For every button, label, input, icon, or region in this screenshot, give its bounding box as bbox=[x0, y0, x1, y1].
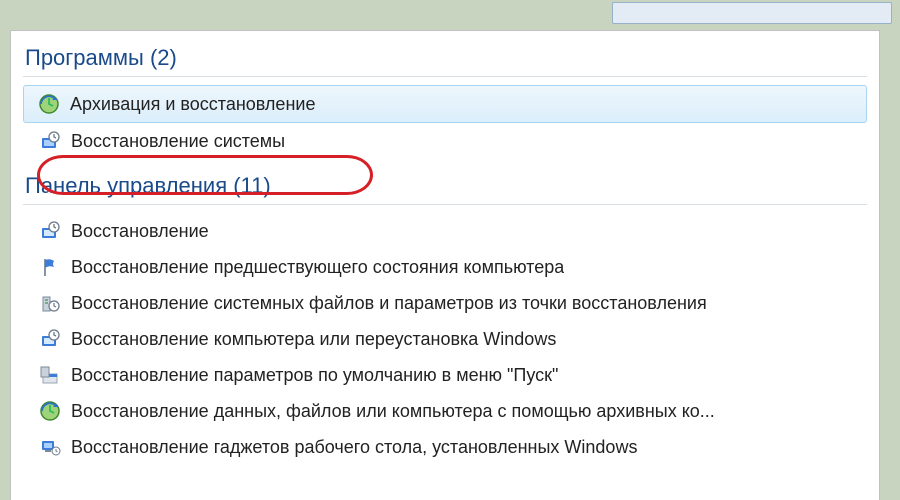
search-results-window: Программы (2) Архивация и восстановление… bbox=[10, 30, 880, 500]
section-label: Программы bbox=[25, 45, 144, 70]
backup-restore-icon bbox=[38, 93, 60, 115]
item-label: Восстановление данных, файлов или компью… bbox=[71, 397, 715, 425]
section-count: (11) bbox=[233, 173, 271, 198]
recovery-icon bbox=[39, 220, 61, 242]
start-menu-icon bbox=[39, 364, 61, 386]
reinstall-icon bbox=[39, 328, 61, 350]
item-system-restore[interactable]: Восстановление системы bbox=[11, 123, 879, 159]
item-label: Восстановление системных файлов и параме… bbox=[71, 289, 707, 317]
gadgets-icon bbox=[39, 436, 61, 458]
control-panel-items: Восстановление Восстановление предшеству… bbox=[11, 211, 879, 479]
item-label: Восстановление компьютера или переустано… bbox=[71, 325, 556, 353]
item-restore-from-restore-point[interactable]: Восстановление системных файлов и параме… bbox=[11, 285, 879, 321]
item-label: Восстановление параметров по умолчанию в… bbox=[71, 361, 558, 389]
section-header-control-panel: Панель управления (11) bbox=[11, 173, 879, 203]
item-label: Восстановление гаджетов рабочего стола, … bbox=[71, 433, 637, 461]
backup-restore-icon bbox=[39, 400, 61, 422]
programs-items: Архивация и восстановление Восстановлени… bbox=[11, 83, 879, 173]
item-restore-desktop-gadgets[interactable]: Восстановление гаджетов рабочего стола, … bbox=[11, 429, 879, 465]
item-label: Восстановление bbox=[71, 217, 209, 245]
item-label: Восстановление предшествующего состояния… bbox=[71, 253, 564, 281]
titlebar-fragment bbox=[612, 2, 892, 24]
item-backup-and-restore[interactable]: Архивация и восстановление bbox=[23, 85, 867, 123]
restore-point-icon bbox=[39, 292, 61, 314]
section-count: (2) bbox=[150, 45, 177, 70]
item-restore-previous-state[interactable]: Восстановление предшествующего состояния… bbox=[11, 249, 879, 285]
section-label: Панель управления bbox=[25, 173, 227, 198]
item-reinstall-windows[interactable]: Восстановление компьютера или переустано… bbox=[11, 321, 879, 357]
item-restore-start-menu-defaults[interactable]: Восстановление параметров по умолчанию в… bbox=[11, 357, 879, 393]
item-label: Восстановление системы bbox=[71, 127, 285, 155]
system-restore-icon bbox=[39, 130, 61, 152]
item-restore-data-from-backup[interactable]: Восстановление данных, файлов или компью… bbox=[11, 393, 879, 429]
item-recovery[interactable]: Восстановление bbox=[11, 213, 879, 249]
flag-icon bbox=[39, 256, 61, 278]
section-header-programs: Программы (2) bbox=[11, 45, 879, 75]
item-label: Архивация и восстановление bbox=[70, 90, 315, 118]
